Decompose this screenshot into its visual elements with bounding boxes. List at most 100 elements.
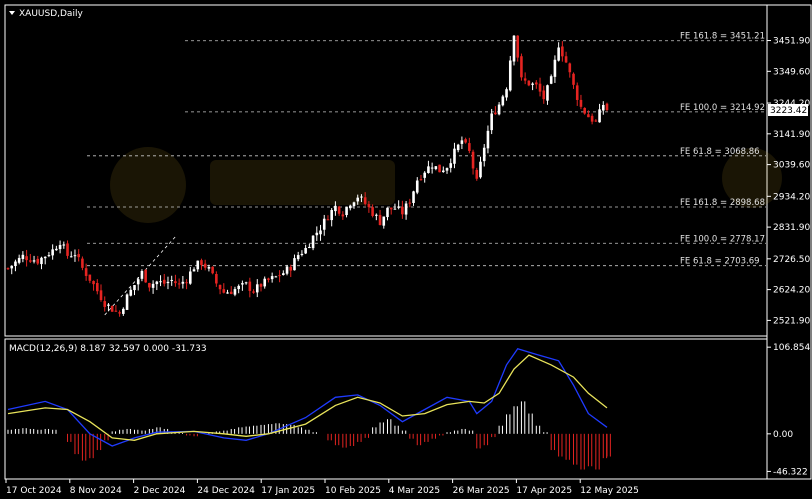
candle-body bbox=[568, 63, 572, 73]
candle-body bbox=[21, 254, 25, 259]
candle-body bbox=[371, 207, 374, 216]
candle-body bbox=[162, 279, 166, 284]
candle-body bbox=[166, 281, 170, 284]
candle-body bbox=[252, 291, 255, 293]
candle-body bbox=[185, 282, 188, 284]
candle-body bbox=[438, 164, 441, 173]
candle-body bbox=[367, 204, 371, 208]
candle-body bbox=[464, 139, 467, 143]
time-tick-label: 12 May 2025 bbox=[580, 486, 639, 496]
price-tick-label: 2934.20 bbox=[773, 192, 810, 202]
candle-body bbox=[445, 168, 449, 171]
candle-body bbox=[557, 47, 560, 61]
current-price-label: 3223.42 bbox=[770, 106, 807, 116]
candle-body bbox=[282, 273, 285, 276]
price-tick-label: 3141.90 bbox=[773, 130, 810, 140]
candle-body bbox=[430, 167, 434, 169]
dropdown-triangle-icon[interactable] bbox=[9, 11, 15, 15]
candle-body bbox=[92, 280, 95, 285]
time-tick-label: 24 Dec 2024 bbox=[197, 486, 255, 496]
candle-body bbox=[561, 46, 564, 57]
candle-body bbox=[389, 207, 393, 210]
wikifx-watermark bbox=[110, 147, 782, 223]
time-tick-label: 17 Jan 2025 bbox=[261, 486, 315, 496]
candle-body bbox=[397, 206, 400, 208]
candle-body bbox=[334, 205, 337, 212]
candle-body bbox=[129, 289, 133, 296]
candle-body bbox=[378, 214, 382, 226]
candle-body bbox=[174, 281, 177, 284]
candle-body bbox=[494, 112, 497, 115]
candle-body bbox=[304, 248, 307, 254]
candle-body bbox=[66, 243, 69, 256]
fib-label: FE 100.0 = 2778.17 bbox=[680, 234, 765, 244]
candle-body bbox=[375, 214, 378, 216]
time-tick-label: 17 Oct 2024 bbox=[6, 486, 62, 496]
candle-body bbox=[423, 172, 426, 178]
candle-body bbox=[583, 107, 586, 114]
candle-body bbox=[337, 206, 341, 214]
candle-body bbox=[587, 114, 590, 118]
candle-body bbox=[453, 148, 456, 164]
time-tick-label: 26 Mar 2025 bbox=[453, 486, 510, 496]
candle-body bbox=[601, 104, 605, 111]
candle-body bbox=[296, 255, 300, 260]
candle-body bbox=[114, 310, 118, 312]
candle-body bbox=[255, 284, 259, 293]
candle-body bbox=[200, 260, 203, 265]
candle-body bbox=[133, 285, 136, 291]
candle-body bbox=[17, 257, 21, 263]
candle-body bbox=[36, 258, 40, 264]
candle-body bbox=[330, 210, 333, 221]
candle-body bbox=[300, 253, 304, 256]
candle-body bbox=[564, 56, 568, 63]
candle-body bbox=[244, 282, 248, 284]
candle-body bbox=[51, 249, 54, 256]
candle-body bbox=[348, 205, 352, 209]
trendline bbox=[104, 236, 176, 316]
candle-body bbox=[107, 304, 110, 306]
candle-body bbox=[468, 143, 471, 151]
candle-body bbox=[95, 283, 99, 292]
candle-body bbox=[594, 120, 598, 122]
candle-body bbox=[293, 258, 296, 271]
candle-body bbox=[84, 268, 88, 276]
candle-body bbox=[110, 305, 114, 312]
candle-body bbox=[352, 202, 356, 207]
candle-body bbox=[229, 291, 233, 295]
candle-body bbox=[441, 170, 445, 173]
candle-body bbox=[401, 206, 404, 215]
candle-body bbox=[538, 83, 542, 92]
price-tick-label: 3349.60 bbox=[773, 67, 810, 77]
candle-body bbox=[308, 246, 311, 249]
candle-body bbox=[471, 151, 475, 169]
time-axis: 17 Oct 2024 8 Nov 2024 2 Dec 2024 24 Dec 20… bbox=[5, 479, 639, 496]
candle-body bbox=[341, 214, 345, 217]
time-tick-label: 17 Apr 2025 bbox=[516, 486, 572, 496]
candle-body bbox=[32, 260, 36, 262]
candle-body bbox=[62, 244, 66, 246]
candle-body bbox=[263, 278, 267, 287]
candle-body bbox=[47, 255, 51, 257]
candle-body bbox=[427, 166, 430, 173]
candle-body bbox=[88, 274, 92, 281]
current-price-marker: 3223.42 bbox=[768, 104, 808, 116]
candle-body bbox=[546, 85, 549, 101]
macd-histogram bbox=[7, 401, 611, 470]
candle-body bbox=[497, 104, 501, 115]
candle-body bbox=[215, 274, 218, 284]
candle-body bbox=[248, 281, 252, 291]
symbol-title: XAUUSD,Daily bbox=[19, 9, 83, 19]
candle-body bbox=[192, 269, 196, 272]
candle-body bbox=[125, 294, 129, 310]
fibonacci-levels: FE 161.8 = 3451.21 FE 100.0 = 3214.92 FE 6… bbox=[87, 32, 766, 267]
candle-body bbox=[99, 290, 103, 301]
candle-body bbox=[590, 115, 594, 122]
fib-label: FE 100.0 = 3214.92 bbox=[680, 103, 765, 113]
candle-body bbox=[449, 163, 453, 168]
candle-body bbox=[274, 276, 278, 278]
candle-body bbox=[415, 180, 419, 193]
candle-body bbox=[148, 282, 151, 288]
candle-body bbox=[203, 263, 207, 268]
macd-axis: 106.854 0.00 -46.322 bbox=[767, 343, 810, 477]
